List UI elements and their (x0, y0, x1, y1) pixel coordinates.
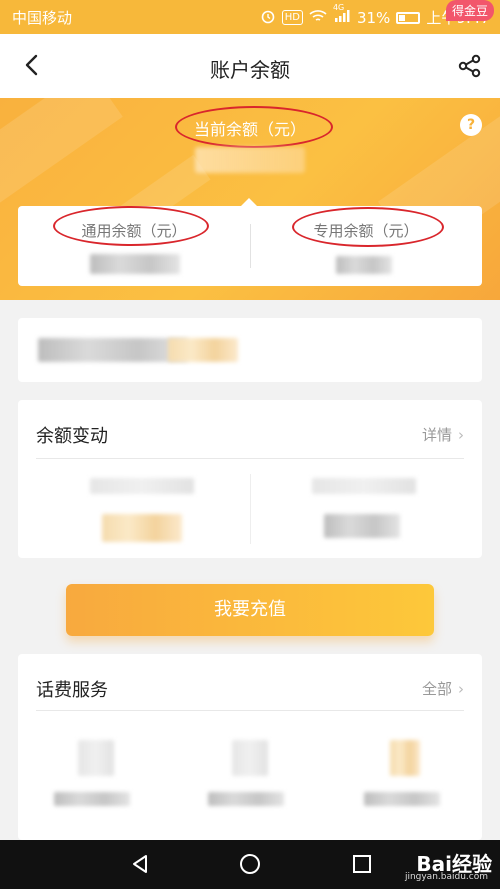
all-services-link[interactable]: 全部 › (422, 678, 464, 699)
current-balance-value-redacted (195, 147, 305, 173)
signal-icon: 4G (333, 3, 351, 27)
service-icon-redacted[interactable] (390, 740, 420, 776)
phone-services-title: 话费服务 (36, 680, 108, 701)
annotation-circle (292, 207, 444, 247)
page-title: 账户余额 (210, 58, 290, 82)
change-label-redacted (90, 478, 194, 494)
recharge-button[interactable]: 我要充值 (66, 584, 434, 636)
status-bar: 中国移动 HD 4G 31% 上午9:47 (0, 0, 500, 34)
battery-percent: 31% (356, 8, 391, 27)
chevron-right-icon: › (458, 680, 464, 698)
all-services-link-label: 全部 (421, 680, 452, 698)
divider (36, 458, 464, 459)
divider (250, 474, 251, 544)
service-icon-redacted[interactable] (232, 740, 268, 776)
service-label-redacted (208, 792, 284, 806)
annotation-circle (53, 206, 209, 246)
baidu-jingyan-watermark: Bai经验 jingyan.baidu.com (405, 848, 492, 882)
app-header: 账户余额 (0, 34, 500, 98)
chevron-right-icon: › (458, 426, 464, 444)
change-value-redacted (324, 514, 400, 538)
balance-changes-card: 余额变动 详情 › (18, 400, 482, 558)
triangle-back-icon (133, 855, 147, 873)
hd-icon: HD (281, 10, 303, 25)
annotation-circle (175, 106, 333, 148)
divider (36, 710, 464, 711)
nav-home-button[interactable] (238, 852, 262, 880)
service-icon-redacted[interactable] (78, 740, 114, 776)
watermark-url: jingyan.baidu.com (404, 872, 488, 882)
carrier-name: 中国移动 (12, 9, 73, 27)
nav-back-button[interactable] (128, 852, 152, 880)
service-label-redacted (364, 792, 440, 806)
general-balance-value-redacted (90, 254, 180, 274)
hero-decoration (0, 98, 123, 209)
help-icon[interactable]: ? (460, 114, 482, 136)
nav-recents-button[interactable] (350, 852, 374, 880)
network-type: 4G (332, 2, 345, 12)
square-recents-icon (353, 855, 371, 873)
phone-services-card: 话费服务 全部 › (18, 654, 482, 840)
share-icon (458, 54, 481, 78)
details-link-label: 详情 (421, 426, 452, 444)
change-label-redacted (312, 478, 416, 494)
wifi-icon (309, 9, 327, 27)
balance-changes-title: 余额变动 (36, 426, 108, 447)
info-text-redacted (168, 338, 238, 362)
details-link[interactable]: 详情 › (422, 424, 464, 445)
change-value-redacted (102, 514, 182, 542)
service-label-redacted (54, 792, 130, 806)
special-balance-value-redacted (336, 256, 392, 274)
battery-icon (396, 11, 421, 24)
circle-home-icon (240, 854, 260, 874)
info-card[interactable] (18, 318, 482, 382)
alarm-icon (260, 8, 276, 28)
gold-bean-badge[interactable]: 得金豆 (445, 0, 494, 21)
info-text-redacted (38, 338, 188, 362)
share-button[interactable] (456, 52, 484, 80)
